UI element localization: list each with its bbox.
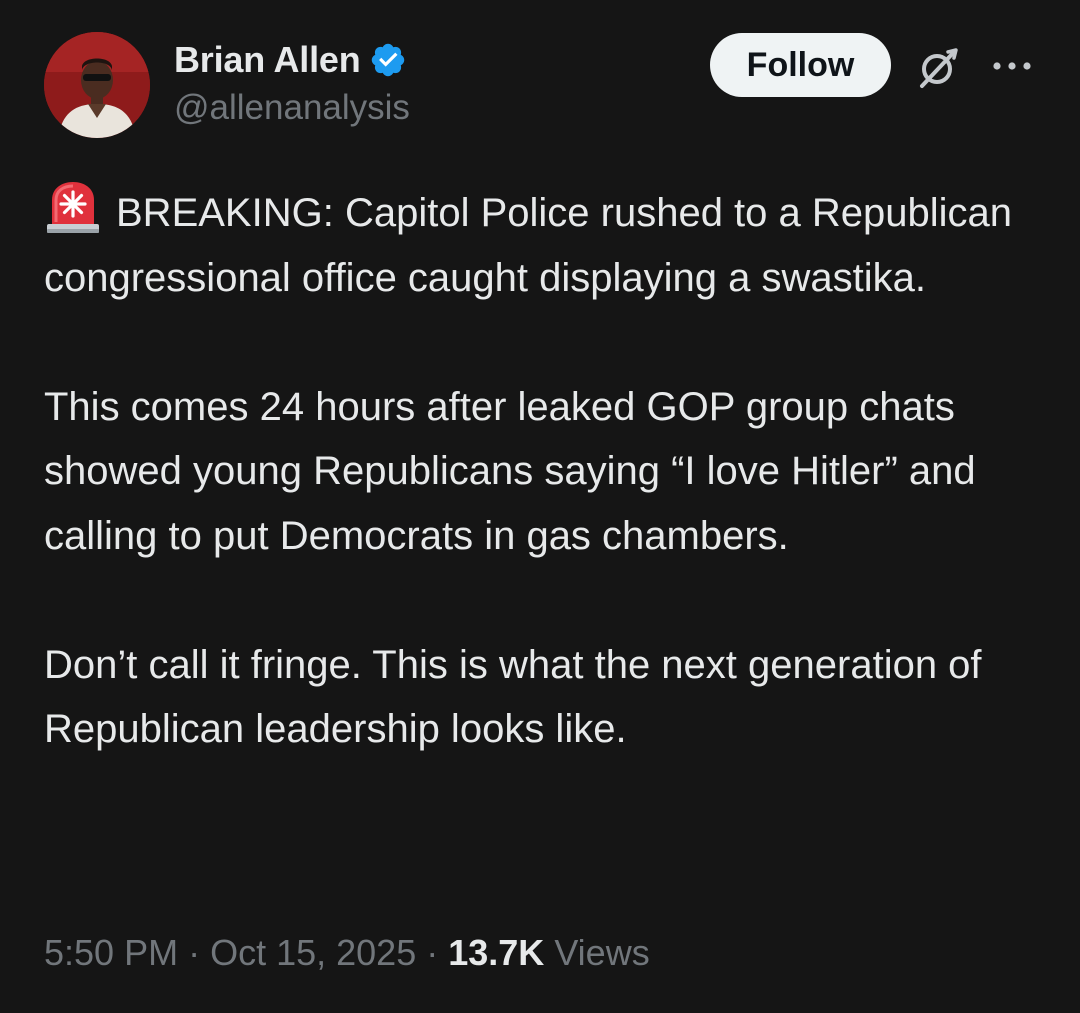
avatar-photo — [44, 32, 150, 138]
post-body: BREAKING: Capitol Police rushed to a Rep… — [44, 178, 1044, 762]
follow-button[interactable]: Follow — [710, 33, 891, 97]
post-paragraph-3: Don’t call it fringe. This is what the n… — [44, 642, 982, 752]
tweet-card: Brian Allen @allenanalysis Follow BREAKI… — [0, 0, 1080, 1013]
views-label: Views — [554, 932, 650, 973]
post-paragraph-1-text: BREAKING: Capitol Police rushed to a Rep… — [44, 191, 1013, 300]
post-date[interactable]: Oct 15, 2025 — [210, 932, 416, 973]
author-handle[interactable]: @allenanalysis — [174, 88, 410, 128]
meta-separator-1: · — [178, 932, 211, 973]
grok-icon[interactable] — [914, 44, 962, 92]
post-metadata: 5:50 PM · Oct 15, 2025 · 13.7K Views — [44, 932, 650, 974]
author-name-row: Brian Allen — [174, 38, 407, 82]
post-time[interactable]: 5:50 PM — [44, 932, 178, 973]
author-display-name[interactable]: Brian Allen — [174, 39, 361, 81]
police-siren-icon — [44, 178, 102, 236]
meta-separator-2: · — [416, 932, 449, 973]
verified-badge-icon[interactable] — [369, 41, 407, 79]
avatar[interactable] — [44, 32, 150, 138]
views-count: 13.7K — [448, 932, 545, 973]
more-options-icon[interactable] — [990, 48, 1034, 84]
post-paragraph-1: BREAKING: Capitol Police rushed to a Rep… — [44, 178, 1044, 310]
post-paragraph-2: This comes 24 hours after leaked GOP gro… — [44, 384, 976, 558]
